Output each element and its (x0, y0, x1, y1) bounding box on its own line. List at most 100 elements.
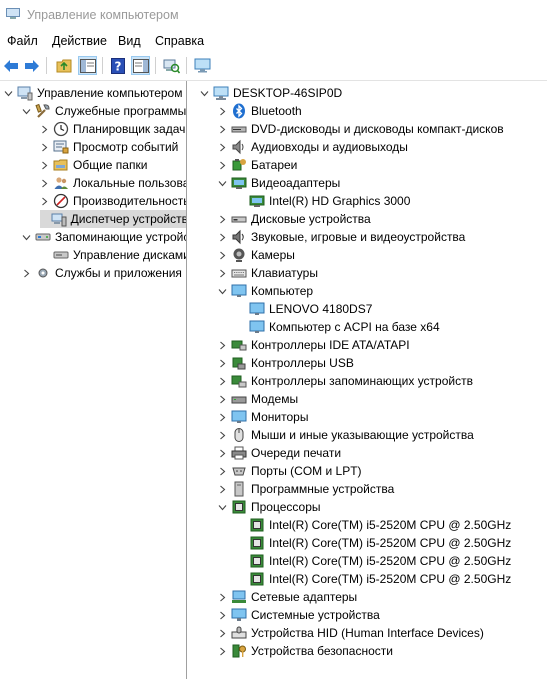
device-tree-item[interactable]: DVD-дисководы и дисководы компакт-дисков (218, 120, 504, 138)
device-tree-item[interactable]: Контроллеры USB (218, 354, 354, 372)
console-tree-item-label: Производительность (73, 194, 187, 208)
chevron-right-icon[interactable] (40, 174, 49, 192)
chevron-right-icon[interactable] (218, 228, 227, 246)
device-tree-item[interactable]: Intel(R) HD Graphics 3000 (236, 192, 410, 210)
storage-icon (35, 229, 51, 245)
users-icon (53, 175, 69, 191)
chevron-down-icon[interactable] (4, 84, 13, 102)
device-tree-item[interactable]: Сетевые адаптеры (218, 588, 357, 606)
scan-hardware-button[interactable] (162, 56, 181, 75)
show-hide-tree-button[interactable] (78, 56, 97, 75)
device-tree-item[interactable]: Intel(R) Core(TM) i5-2520M CPU @ 2.50GHz (236, 570, 511, 588)
console-tree-item-label: Планировщик задач (73, 122, 186, 136)
chevron-right-icon[interactable] (22, 264, 31, 282)
chevron-down-icon[interactable] (218, 282, 227, 300)
device-tree-item[interactable]: Системные устройства (218, 606, 380, 624)
chevron-right-icon[interactable] (218, 264, 227, 282)
device-tree-item-label: LENOVO 4180DS7 (269, 302, 373, 316)
device-tree-item[interactable]: Мониторы (218, 408, 308, 426)
chevron-right-icon[interactable] (40, 192, 49, 210)
menu-action[interactable]: Действие (52, 34, 107, 48)
device-tree-item[interactable]: DESKTOP-46SIP0D (200, 84, 342, 102)
device-tree-item[interactable]: Порты (COM и LPT) (218, 462, 362, 480)
chevron-right-icon[interactable] (218, 210, 227, 228)
chevron-right-icon[interactable] (218, 120, 227, 138)
console-tree-item[interactable]: Локальные пользовате (40, 174, 186, 192)
console-tree-pane[interactable]: Управление компьютером (л Служебные прогр… (0, 81, 187, 679)
device-tree-item[interactable]: Очереди печати (218, 444, 341, 462)
console-tree-item[interactable]: Просмотр событий (40, 138, 178, 156)
device-tree-item[interactable]: Клавиатуры (218, 264, 318, 282)
menu-help[interactable]: Справка (155, 34, 204, 48)
console-tree-item[interactable]: Планировщик задач (40, 120, 185, 138)
console-tree-item[interactable]: Служебные программы (22, 102, 186, 120)
console-tree-item[interactable]: Производительность (40, 192, 187, 210)
chevron-down-icon[interactable] (200, 84, 209, 102)
device-tree-item[interactable]: Дисковые устройства (218, 210, 371, 228)
chevron-right-icon[interactable] (40, 156, 49, 174)
chevron-right-icon[interactable] (218, 606, 227, 624)
chevron-right-icon[interactable] (218, 408, 227, 426)
chevron-right-icon[interactable] (218, 156, 227, 174)
console-tree-item[interactable]: Управление компьютером (л (4, 84, 186, 102)
device-tree-item[interactable]: Видеоадаптеры (218, 174, 340, 192)
chevron-down-icon[interactable] (218, 174, 227, 192)
device-tree-item[interactable]: Intel(R) Core(TM) i5-2520M CPU @ 2.50GHz (236, 516, 511, 534)
chevron-right-icon[interactable] (218, 246, 227, 264)
up-button[interactable] (54, 56, 73, 75)
chevron-right-icon[interactable] (218, 426, 227, 444)
menu-view[interactable]: Вид (118, 34, 141, 48)
device-tree-item[interactable]: Intel(R) Core(TM) i5-2520M CPU @ 2.50GHz (236, 552, 511, 570)
action-pane-button[interactable] (131, 56, 150, 75)
menu-file[interactable]: Файл (7, 34, 38, 48)
chevron-right-icon[interactable] (218, 372, 227, 390)
chevron-right-icon[interactable] (40, 138, 49, 156)
chevron-right-icon[interactable] (218, 642, 227, 660)
chevron-right-icon[interactable] (218, 588, 227, 606)
chevron-down-icon[interactable] (22, 102, 31, 120)
monitor-view-button[interactable] (193, 56, 212, 75)
console-tree-item[interactable]: Управление дисками (40, 246, 186, 264)
chevron-right-icon[interactable] (218, 462, 227, 480)
device-tree-item[interactable]: Камеры (218, 246, 295, 264)
device-tree-item[interactable]: Bluetooth (218, 102, 302, 120)
chevron-right-icon[interactable] (218, 480, 227, 498)
chevron-right-icon[interactable] (40, 120, 49, 138)
chevron-right-icon[interactable] (218, 138, 227, 156)
chevron-right-icon[interactable] (218, 336, 227, 354)
console-tree-item[interactable]: Запоминающие устройст (22, 228, 186, 246)
device-tree-item-label: Порты (COM и LPT) (251, 464, 362, 478)
device-tree-item[interactable]: Intel(R) Core(TM) i5-2520M CPU @ 2.50GHz (236, 534, 511, 552)
device-tree-item[interactable]: Контроллеры запоминающих устройств (218, 372, 473, 390)
device-tree-item[interactable]: Мыши и иные указывающие устройства (218, 426, 474, 444)
processor-icon (231, 499, 247, 515)
device-tree-item[interactable]: LENOVO 4180DS7 (236, 300, 372, 318)
device-tree-item[interactable]: Процессоры (218, 498, 321, 516)
chevron-right-icon[interactable] (218, 624, 227, 642)
chevron-down-icon[interactable] (218, 498, 227, 516)
device-tree-item[interactable]: Батареи (218, 156, 297, 174)
device-tree-item[interactable]: Аудиовходы и аудиовыходы (218, 138, 408, 156)
device-tree-item[interactable]: Звуковые, игровые и видеоустройства (218, 228, 465, 246)
device-tree-item[interactable]: Программные устройства (218, 480, 394, 498)
chevron-right-icon[interactable] (218, 102, 227, 120)
device-tree-item[interactable]: Модемы (218, 390, 298, 408)
chevron-down-icon[interactable] (22, 228, 31, 246)
help-button[interactable]: ? (108, 56, 127, 75)
console-tree-item[interactable]: Общие папки (40, 156, 147, 174)
console-tree-item[interactable]: Диспетчер устройств (40, 210, 186, 228)
chevron-right-icon[interactable] (218, 390, 227, 408)
forward-button[interactable] (22, 56, 41, 75)
console-tree-item[interactable]: Службы и приложения (22, 264, 182, 282)
device-tree-item[interactable]: Компьютер с ACPI на базе x64 (236, 318, 440, 336)
device-tree-item[interactable]: Устройства безопасности (218, 642, 393, 660)
device-tree-item[interactable]: Контроллеры IDE ATA/ATAPI (218, 336, 410, 354)
device-tree-pane[interactable]: DESKTOP-46SIP0D Bluetooth DVD-дисководы и … (188, 81, 547, 679)
computer-management-icon (6, 8, 20, 20)
chevron-right-icon[interactable] (218, 354, 227, 372)
device-tree-item[interactable]: Устройства HID (Human Interface Devices) (218, 624, 484, 642)
back-button[interactable] (1, 56, 20, 75)
device-tree-item[interactable]: Компьютер (218, 282, 313, 300)
display-adapter-icon (249, 193, 265, 209)
chevron-right-icon[interactable] (218, 444, 227, 462)
